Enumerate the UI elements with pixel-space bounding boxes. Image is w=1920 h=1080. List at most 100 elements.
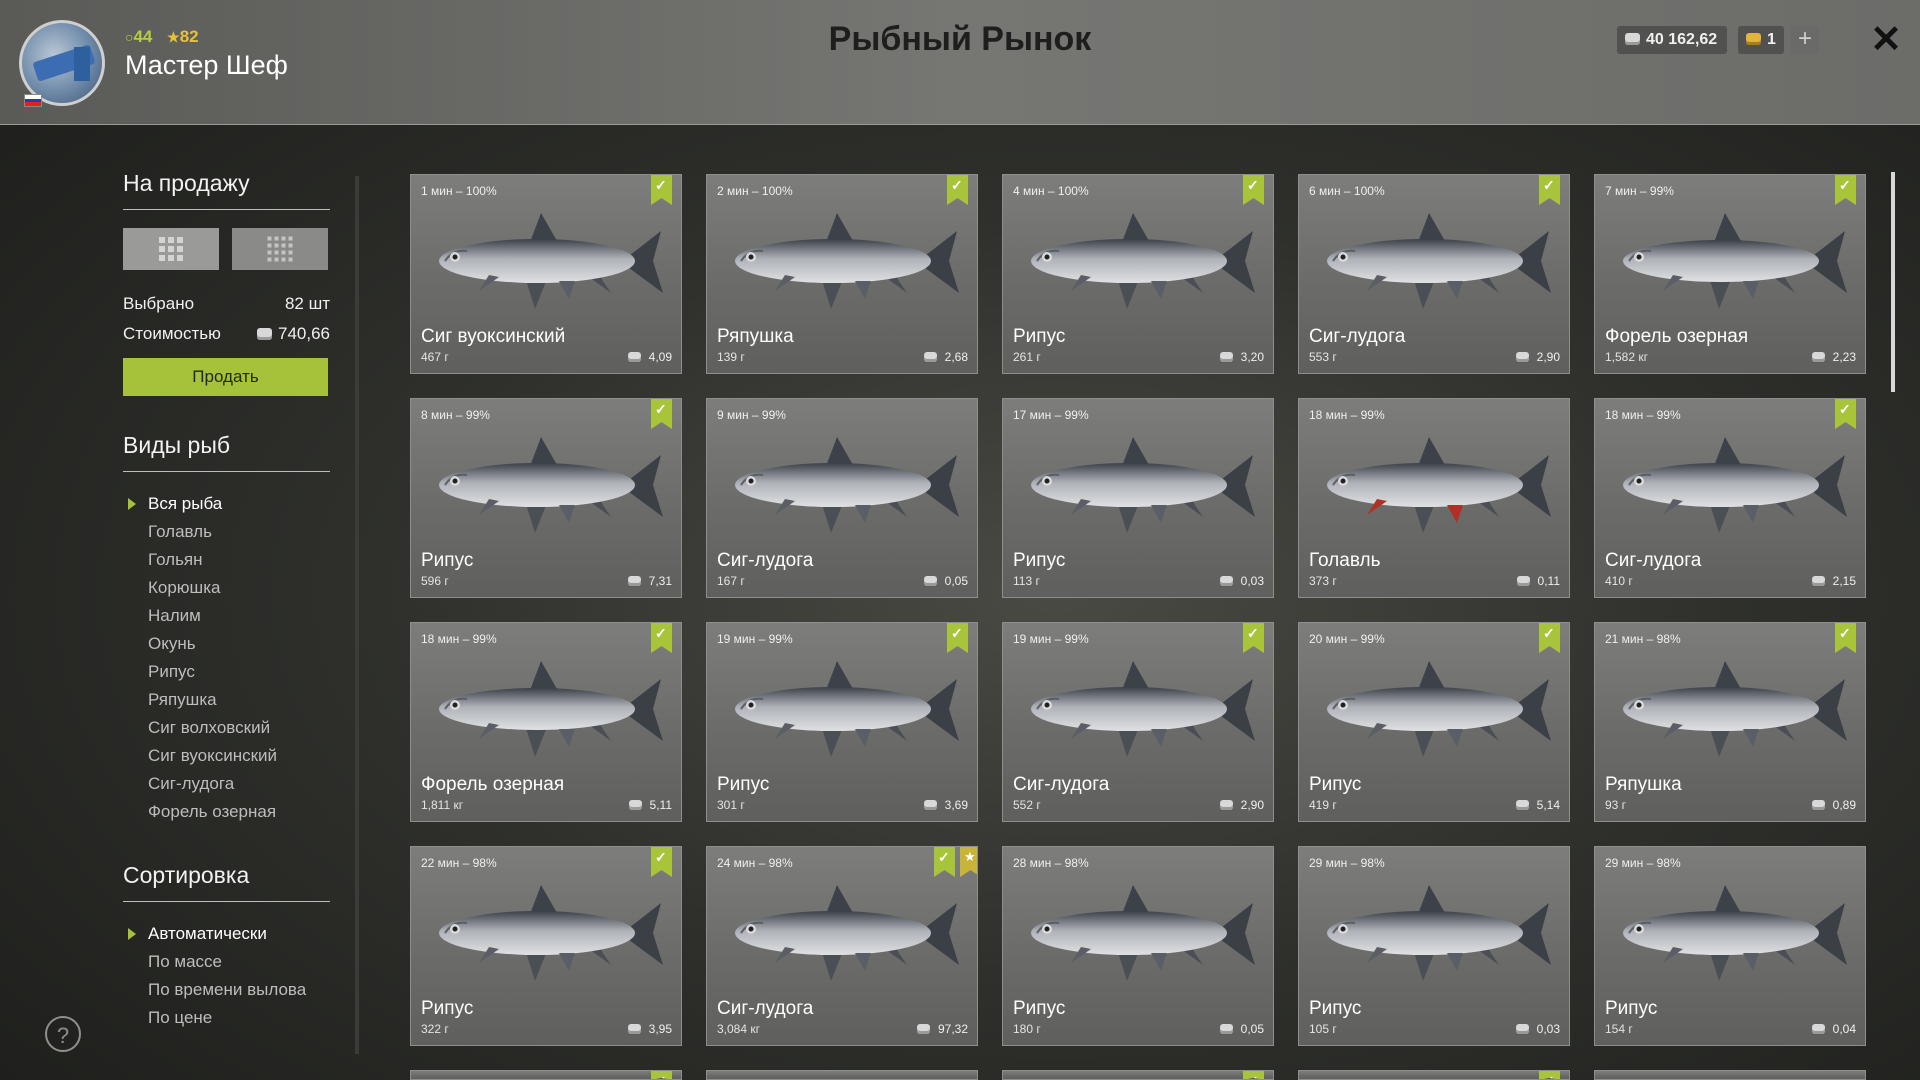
fish-price-value: 7,31 [648, 574, 672, 588]
fish-type-item[interactable]: Сиг вуоксинский [123, 742, 330, 770]
keep-checkmark-icon[interactable] [1539, 1071, 1560, 1079]
fish-name: Рипус [1013, 550, 1066, 571]
fish-type-item[interactable]: Корюшка [123, 574, 330, 602]
sell-button[interactable]: Продать [123, 358, 328, 396]
fish-card-partial[interactable] [1594, 1070, 1866, 1080]
keep-checkmark-icon[interactable] [651, 1071, 672, 1079]
silver-coin-icon [627, 352, 641, 362]
fish-type-item[interactable]: Голавль [123, 518, 330, 546]
fish-image [439, 437, 663, 533]
small-grid-view-button[interactable] [232, 228, 328, 270]
keep-checkmark-icon[interactable] [651, 847, 672, 877]
keep-checkmark-icon[interactable] [1835, 175, 1856, 205]
fish-card[interactable]: 17 мин – 99% Рипус 113 г 0,03 [1002, 398, 1274, 598]
fish-type-item[interactable]: Сиг-лудога [123, 770, 330, 798]
fish-type-item[interactable]: Гольян [123, 546, 330, 574]
sort-by-price[interactable]: По цене [123, 1004, 330, 1032]
fish-price: 2,90 [1219, 798, 1264, 812]
fish-card[interactable]: 29 мин – 98% Рипус 154 г 0,04 [1594, 846, 1866, 1046]
silver-coin-icon [628, 800, 642, 810]
keep-checkmark-icon[interactable] [1539, 175, 1560, 205]
fish-card[interactable]: 21 мин – 98% Ряпушка 93 г 0,89 [1594, 622, 1866, 822]
keep-checkmark-icon[interactable] [1243, 623, 1264, 653]
keep-checkmark-icon[interactable] [947, 623, 968, 653]
fish-card[interactable]: 22 мин – 98% Рипус 322 г 3,95 [410, 846, 682, 1046]
fish-card[interactable]: 6 мин – 100% Сиг-лудога 553 г 2,90 [1298, 174, 1570, 374]
keep-checkmark-icon[interactable] [1243, 175, 1264, 205]
fish-card[interactable]: 8 мин – 99% Рипус 596 г 7,31 [410, 398, 682, 598]
large-grid-view-button[interactable] [123, 228, 219, 270]
fish-name: Голавль [1309, 550, 1381, 571]
fish-name: Ряпушка [717, 326, 794, 347]
keep-checkmark-icon[interactable] [1243, 1071, 1264, 1079]
fish-card[interactable]: 28 мин – 98% Рипус 180 г 0,05 [1002, 846, 1274, 1046]
fish-type-item[interactable]: Рипус [123, 658, 330, 686]
fish-name: Сиг-лудога [717, 550, 814, 571]
fish-card[interactable]: 18 мин – 99% Голавль 373 г 0,11 [1298, 398, 1570, 598]
fish-type-item[interactable]: Окунь [123, 630, 330, 658]
fish-card[interactable]: 18 мин – 99% Форель озерная 1,811 кг 5,1… [410, 622, 682, 822]
fish-type-item[interactable]: Сиг волховский [123, 714, 330, 742]
sort-list: Автоматически По массе По времени вылова… [123, 920, 330, 1032]
fish-card[interactable]: 18 мин – 99% Сиг-лудога 410 г 2,15 [1594, 398, 1866, 598]
fish-card-partial[interactable] [410, 1070, 682, 1080]
keep-checkmark-icon[interactable] [934, 847, 955, 877]
favorite-star-icon[interactable] [960, 847, 977, 877]
keep-checkmark-icon[interactable] [1539, 623, 1560, 653]
fish-name: Рипус [421, 998, 474, 1019]
fish-card[interactable]: 24 мин – 98% Сиг-лудога 3,084 кг 97,32 [706, 846, 978, 1046]
fish-type-all[interactable]: Вся рыба [123, 490, 330, 518]
fish-price-value: 3,69 [944, 798, 968, 812]
fish-card[interactable]: 9 мин – 99% Сиг-лудога 167 г 0,05 [706, 398, 978, 598]
catch-time: 20 мин – 99% [1309, 632, 1385, 646]
fish-card[interactable]: 2 мин – 100% Ряпушка 139 г 2,68 [706, 174, 978, 374]
keep-checkmark-icon[interactable] [651, 399, 672, 429]
silver-coin-icon [1811, 352, 1825, 362]
close-button[interactable]: ✕ [1866, 20, 1906, 60]
fish-card[interactable]: 20 мин – 99% Рипус 419 г 5,14 [1298, 622, 1570, 822]
gold-value: 1 [1767, 31, 1776, 48]
catch-time: 18 мин – 99% [1605, 408, 1681, 422]
fish-card[interactable]: 4 мин – 100% Рипус 261 г 3,20 [1002, 174, 1274, 374]
add-currency-button[interactable]: + [1791, 26, 1819, 54]
keep-checkmark-icon[interactable] [651, 175, 672, 205]
fish-name: Сиг-лудога [1605, 550, 1702, 571]
fish-weight: 167 г [717, 574, 745, 588]
scrollbar[interactable] [1891, 172, 1895, 392]
fish-card-partial[interactable] [706, 1070, 978, 1080]
silver-balance: 40 162,62 [1617, 26, 1728, 54]
fish-image [1623, 885, 1847, 981]
fish-image [1623, 437, 1847, 533]
silver-coin-icon [1811, 800, 1825, 810]
sort-auto[interactable]: Автоматически [123, 920, 330, 948]
fish-card[interactable]: 7 мин – 99% Форель озерная 1,582 кг 2,23 [1594, 174, 1866, 374]
fish-type-item[interactable]: Ряпушка [123, 686, 330, 714]
fish-price-value: 0,03 [1240, 574, 1264, 588]
keep-checkmark-icon[interactable] [947, 175, 968, 205]
fish-card[interactable]: 19 мин – 99% Сиг-лудога 552 г 2,90 [1002, 622, 1274, 822]
keep-checkmark-icon[interactable] [1835, 399, 1856, 429]
silver-coin-icon [257, 328, 272, 340]
fish-type-item[interactable]: Форель озерная [123, 798, 330, 826]
fish-price: 3,20 [1219, 350, 1264, 364]
fish-price-value: 3,95 [648, 1022, 672, 1036]
keep-checkmark-icon[interactable] [1835, 623, 1856, 653]
fish-type-item[interactable]: Налим [123, 602, 330, 630]
fish-card-partial[interactable] [1298, 1070, 1570, 1080]
fish-weight: 154 г [1605, 1022, 1633, 1036]
keep-checkmark-icon[interactable] [651, 623, 672, 653]
fish-name: Сиг вуоксинский [421, 326, 566, 347]
fish-card[interactable]: 29 мин – 98% Рипус 105 г 0,03 [1298, 846, 1570, 1046]
fish-name: Рипус [1309, 998, 1362, 1019]
sort-by-catch-time[interactable]: По времени вылова [123, 976, 330, 1004]
username: Мастер Шеф [125, 50, 288, 80]
level-indicator: ○44 [125, 27, 152, 46]
sort-by-mass[interactable]: По массе [123, 948, 330, 976]
fish-card[interactable]: 1 мин – 100% Сиг вуоксинский 467 г 4,09 [410, 174, 682, 374]
silver-coin-icon [923, 576, 937, 586]
help-button[interactable]: ? [45, 1016, 81, 1052]
fish-image [1623, 213, 1847, 309]
fish-card-partial[interactable] [1002, 1070, 1274, 1080]
fish-price-value: 2,90 [1536, 350, 1560, 364]
fish-card[interactable]: 19 мин – 99% Рипус 301 г 3,69 [706, 622, 978, 822]
